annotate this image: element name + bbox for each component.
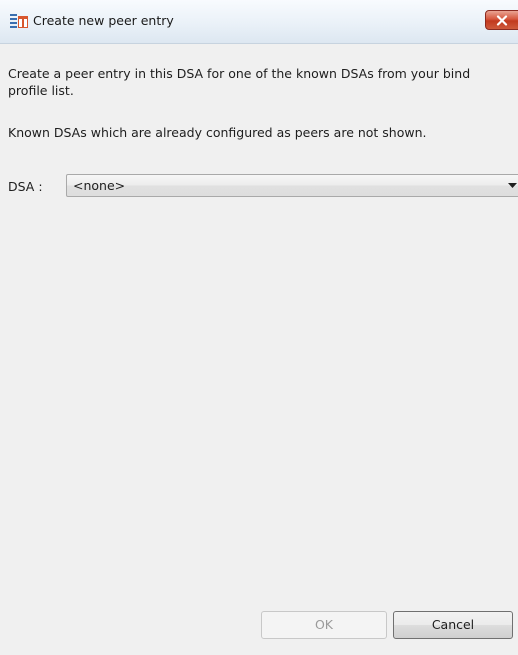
ok-button[interactable]: OK [261, 611, 387, 639]
description-text: Create a peer entry in this DSA for one … [8, 66, 471, 98]
dsa-selected-value: <none> [73, 178, 126, 193]
window-title: Create new peer entry [33, 13, 174, 28]
note-text: Known DSAs which are already configured … [8, 125, 427, 140]
chevron-down-icon [508, 183, 517, 188]
dsa-dropdown[interactable]: <none> [66, 174, 518, 197]
close-icon [496, 15, 508, 26]
create-peer-entry-dialog: Create new peer entry Create a peer entr… [0, 0, 518, 655]
title-bar[interactable]: Create new peer entry [0, 0, 518, 44]
cancel-button[interactable]: Cancel [393, 611, 513, 639]
app-window-icon [10, 13, 28, 29]
close-button[interactable] [485, 10, 518, 30]
dialog-content: Create a peer entry in this DSA for one … [0, 44, 518, 655]
dsa-label: DSA : [8, 179, 43, 194]
